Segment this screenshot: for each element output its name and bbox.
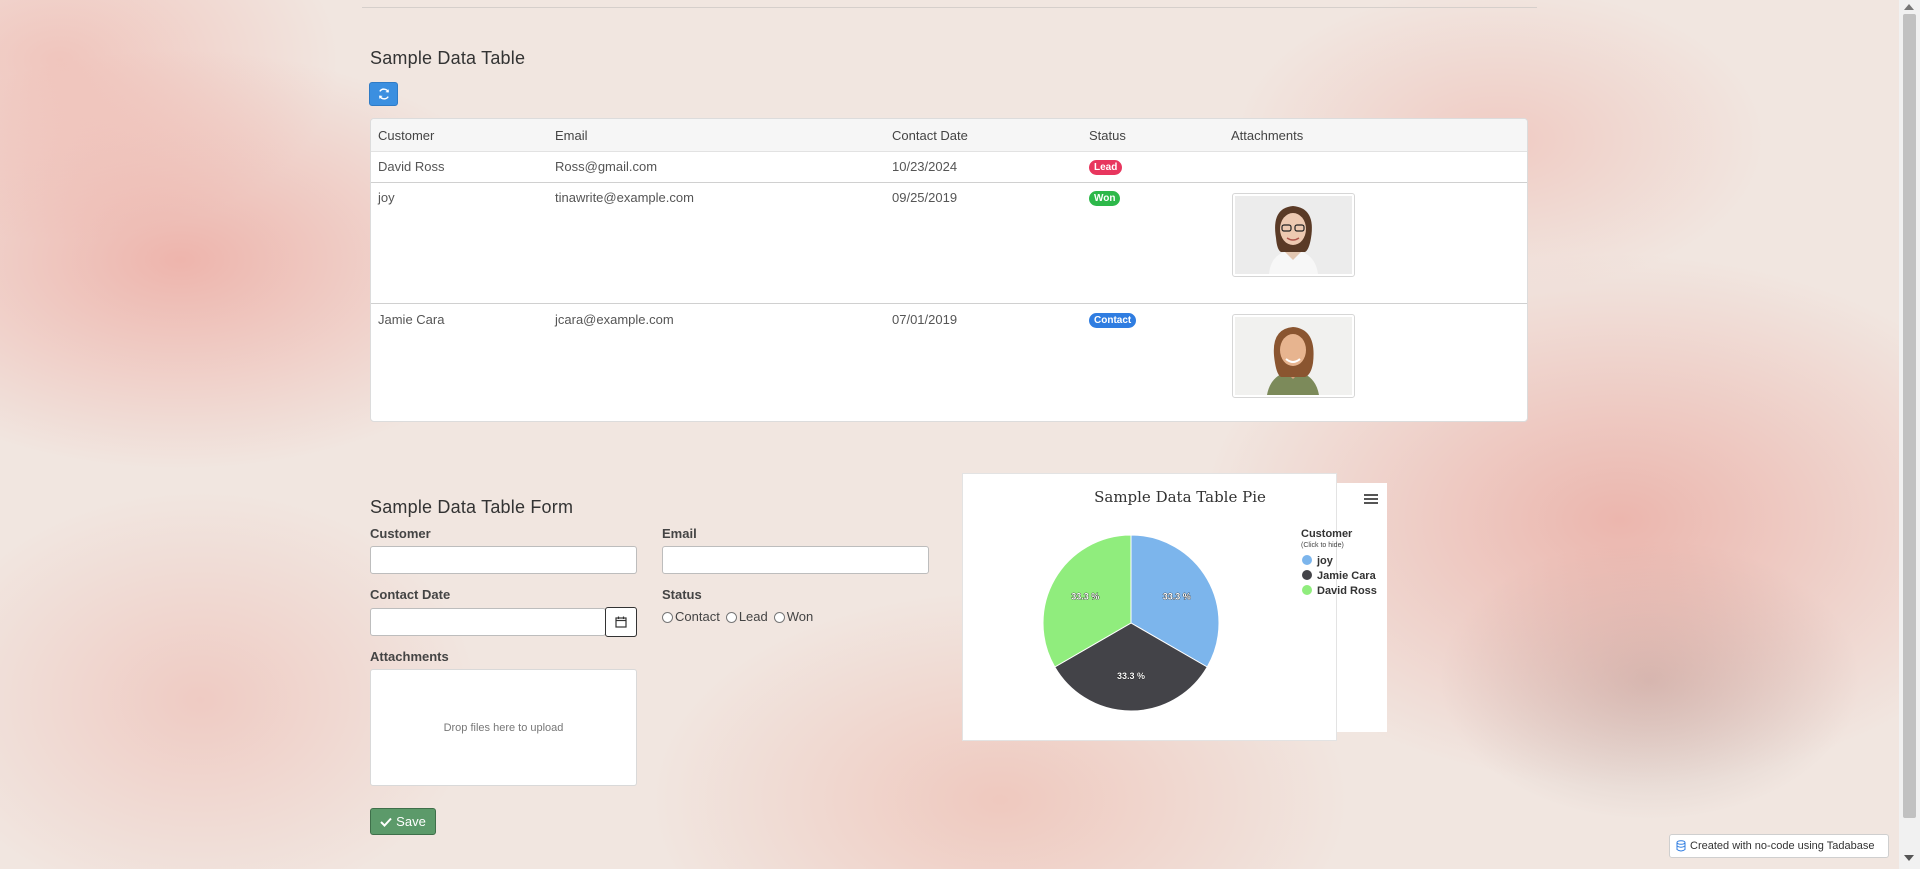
cell-customer: Jamie Cara xyxy=(378,312,445,327)
column-header-email[interactable]: Email xyxy=(555,128,588,143)
column-header-status[interactable]: Status xyxy=(1089,128,1126,143)
scrollbar-thumb[interactable] xyxy=(1903,14,1916,818)
table-header: Customer Email Contact Date Status Attac… xyxy=(371,119,1527,152)
pie-chart-card: Sample Data Table Pie 33.3 % 33.3 % 33.3 %… xyxy=(962,473,1378,741)
status-badge: Won xyxy=(1089,191,1121,206)
column-header-attachments[interactable]: Attachments xyxy=(1231,128,1303,143)
radio-label: Contact xyxy=(675,609,720,624)
date-picker-button[interactable] xyxy=(605,607,637,637)
table-row[interactable]: Jamie Cara jcara@example.com 07/01/2019 … xyxy=(371,305,1527,421)
database-icon xyxy=(1676,840,1686,852)
scroll-down-arrow-icon[interactable] xyxy=(1904,855,1914,861)
check-icon xyxy=(380,817,392,827)
email-input[interactable] xyxy=(662,546,929,574)
pie-chart: Sample Data Table Pie 33.3 % 33.3 % 33.3 %… xyxy=(1042,488,1377,712)
pie-slice-label: 33.3 % xyxy=(1071,592,1099,602)
portrait-image xyxy=(1235,196,1352,274)
attachments-label: Attachments xyxy=(370,649,449,664)
legend-subtitle: (Click to hide) xyxy=(1301,542,1344,549)
cell-email: jcara@example.com xyxy=(555,312,674,327)
tadabase-badge[interactable]: Created with no-code using Tadabase xyxy=(1669,834,1889,858)
status-badge: Contact xyxy=(1089,313,1137,328)
column-header-contact-date[interactable]: Contact Date xyxy=(892,128,968,143)
customer-input[interactable] xyxy=(370,546,637,574)
cell-contact-date: 07/01/2019 xyxy=(892,312,958,327)
table-title: Sample Data Table xyxy=(370,48,526,68)
radio-button[interactable] xyxy=(725,612,737,624)
scroll-up-arrow-icon[interactable] xyxy=(1904,4,1914,10)
contact-date-label: Contact Date xyxy=(370,587,451,602)
radio-label: Won xyxy=(786,609,814,624)
status-radio-group: Contact Lead Won xyxy=(662,609,813,624)
attachment-thumbnail[interactable] xyxy=(1232,314,1355,398)
refresh-button[interactable] xyxy=(369,82,398,106)
radio-button[interactable] xyxy=(662,612,673,624)
legend-marker[interactable] xyxy=(1302,555,1312,565)
table-row[interactable]: joy tinawrite@example.com 09/25/2019 Won xyxy=(371,184,1527,304)
badge-text: Created with no-code using Tadabase xyxy=(1690,840,1875,852)
contact-date-input[interactable] xyxy=(370,608,606,636)
column-header-customer[interactable]: Customer xyxy=(378,128,434,143)
cell-contact-date: 10/23/2024 xyxy=(892,159,958,174)
portrait-image xyxy=(1235,317,1352,395)
cell-contact-date: 09/25/2019 xyxy=(892,190,958,205)
save-button[interactable]: Save xyxy=(370,808,436,835)
top-divider xyxy=(362,7,1537,8)
legend-item-label[interactable]: Jamie Cara xyxy=(1317,570,1377,582)
chart-title: Sample Data Table Pie xyxy=(1094,488,1266,506)
status-badge: Lead xyxy=(1089,160,1123,175)
legend-title: Customer xyxy=(1301,528,1353,540)
radio-button[interactable] xyxy=(773,612,785,624)
customer-label: Customer xyxy=(370,526,431,541)
legend-item-label[interactable]: joy xyxy=(1316,555,1334,567)
cell-customer: David Ross xyxy=(378,159,445,174)
refresh-icon xyxy=(378,88,389,100)
form-title: Sample Data Table Form xyxy=(370,497,574,517)
table-row[interactable]: David Ross Ross@gmail.com 10/23/2024 Lea… xyxy=(371,152,1527,183)
data-table: Customer Email Contact Date Status Attac… xyxy=(370,118,1528,422)
cell-email: Ross@gmail.com xyxy=(555,159,658,174)
status-option-lead[interactable]: Lead xyxy=(725,609,768,624)
status-label: Status xyxy=(662,587,702,602)
cell-customer: joy xyxy=(378,190,395,205)
status-option-contact[interactable]: Contact xyxy=(662,609,720,624)
cell-email: tinawrite@example.com xyxy=(555,190,694,205)
legend-marker[interactable] xyxy=(1302,570,1312,580)
legend-marker[interactable] xyxy=(1302,585,1312,595)
pie-slice-label: 33.3 % xyxy=(1117,671,1145,681)
pie-slice-label: 33.3 % xyxy=(1163,592,1191,602)
file-dropzone[interactable]: Drop files here to upload xyxy=(370,669,637,786)
dropzone-text: Drop files here to upload xyxy=(443,721,564,734)
calendar-icon xyxy=(615,616,627,628)
attachment-thumbnail[interactable] xyxy=(1232,193,1355,277)
email-label: Email xyxy=(662,526,697,541)
status-option-won[interactable]: Won xyxy=(773,609,814,624)
hamburger-menu-icon[interactable] xyxy=(1363,492,1379,506)
save-label: Save xyxy=(396,814,426,829)
radio-label: Lead xyxy=(738,609,768,624)
legend-item-label[interactable]: David Ross xyxy=(1317,585,1377,597)
